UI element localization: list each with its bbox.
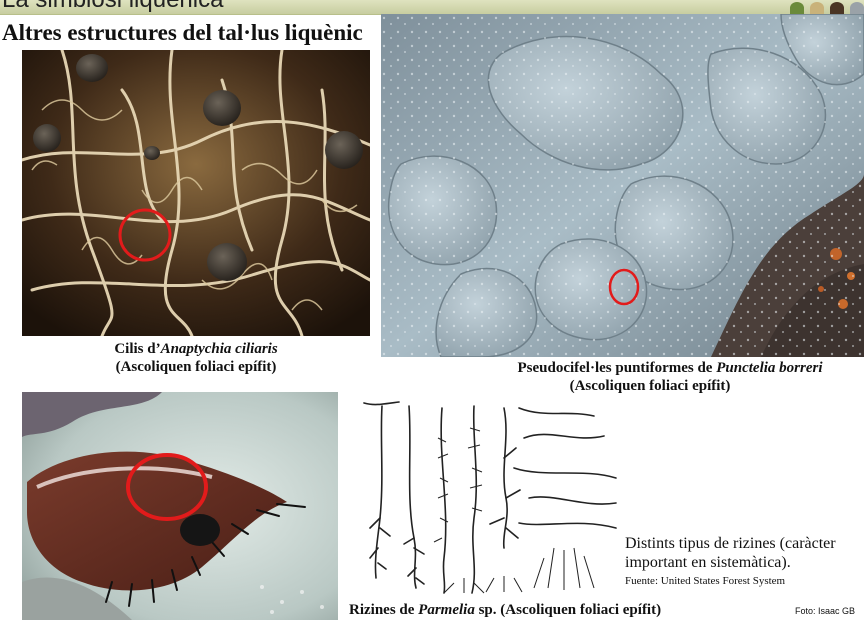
caption-anaptychia: Cilis d’Anaptychia ciliaris (Ascoliquen … — [22, 340, 370, 376]
sprout-logo-icon — [810, 2, 824, 14]
caption-anaptychia-type: (Ascoliquen foliaci epífit) — [115, 359, 277, 375]
caption-punctelia: Pseudocifel·les puntiformes de Punctelia… — [420, 359, 864, 395]
punctelia-photo-image — [381, 14, 864, 357]
seal-logo-icon — [850, 2, 864, 14]
photo-parmelia-closeup — [22, 392, 338, 620]
caption-parmelia: Rizines de Parmelia sp. (Ascoliquen foli… — [349, 601, 661, 619]
photo-anaptychia-ciliaris — [22, 50, 370, 336]
photo-punctelia-borreri — [381, 14, 864, 357]
parmelia-closeup-image — [22, 392, 338, 620]
caption-parmelia-suffix: sp. (Ascoliquen foliaci epífit) — [474, 602, 662, 618]
leaf-logo-icon — [790, 2, 804, 14]
caption-parmelia-prefix: Rizines de — [349, 602, 419, 618]
rhizine-note: Distints tipus de rizines (caràcter impo… — [625, 534, 861, 591]
section-title: Altres estructures del tal·lus liquènic — [2, 20, 363, 45]
photo-credit: Foto: Isaac GB — [795, 606, 856, 616]
header-bar: La simbiosi liquènica — [0, 0, 864, 15]
note-line2: important en sistemàtica). — [625, 554, 791, 571]
caption-punctelia-prefix: Pseudocifel·les puntiformes de — [517, 360, 717, 376]
rhizine-drawing-image — [363, 401, 617, 594]
caption-punctelia-species: Punctelia borreri — [716, 360, 823, 376]
header-logos — [790, 0, 864, 14]
illustration-rhizine-types — [354, 398, 618, 598]
caption-parmelia-species: Parmelia — [418, 602, 475, 618]
bark-logo-icon — [830, 2, 844, 14]
anaptychia-photo-image — [22, 50, 370, 336]
header-title: La simbiosi liquènica — [2, 0, 223, 14]
caption-anaptychia-prefix: Cilis d’ — [114, 341, 161, 357]
note-source: Fuente: United States Forest System — [625, 575, 786, 587]
caption-anaptychia-species: Anaptychia ciliaris — [160, 341, 278, 357]
note-line1: Distints tipus de rizines (caràcter — [625, 535, 836, 552]
caption-punctelia-type: (Ascoliquen foliaci epífit) — [569, 378, 731, 394]
